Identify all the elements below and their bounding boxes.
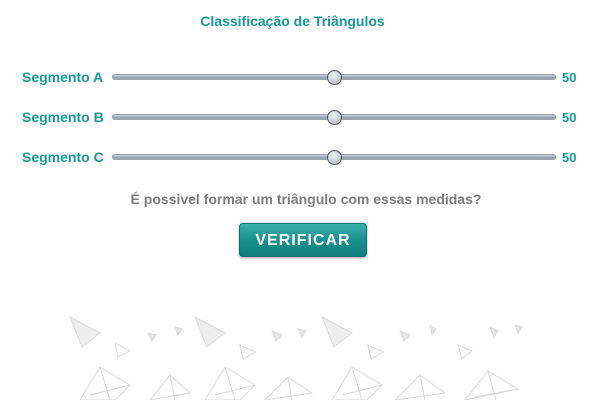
slider-thumb-segment-a[interactable] xyxy=(327,70,342,85)
slider-value-segment-b: 50 xyxy=(562,110,577,125)
slider-label-segment-a: Segmento A xyxy=(22,69,104,85)
slider-thumb-segment-b[interactable] xyxy=(327,110,342,125)
triangle-classifier-app: Classificação de Triângulos Segmento A 5… xyxy=(0,0,600,400)
slider-thumb-segment-c[interactable] xyxy=(327,150,342,165)
slider-value-segment-a: 50 xyxy=(562,70,577,85)
triangle-pattern-icon xyxy=(69,315,523,400)
page-title: Classificação de Triângulos xyxy=(200,13,385,29)
slider-row-segment-c: Segmento C 50 xyxy=(0,146,600,168)
verify-button[interactable]: VERIFICAR xyxy=(239,223,367,257)
question-text: É possivel formar um triângulo com essas… xyxy=(130,191,482,207)
slider-row-segment-a: Segmento A 50 xyxy=(0,66,600,88)
slider-label-segment-b: Segmento B xyxy=(22,109,104,125)
slider-value-segment-c: 50 xyxy=(562,150,577,165)
slider-row-segment-b: Segmento B 50 xyxy=(0,106,600,128)
slider-label-segment-c: Segmento C xyxy=(22,149,104,165)
